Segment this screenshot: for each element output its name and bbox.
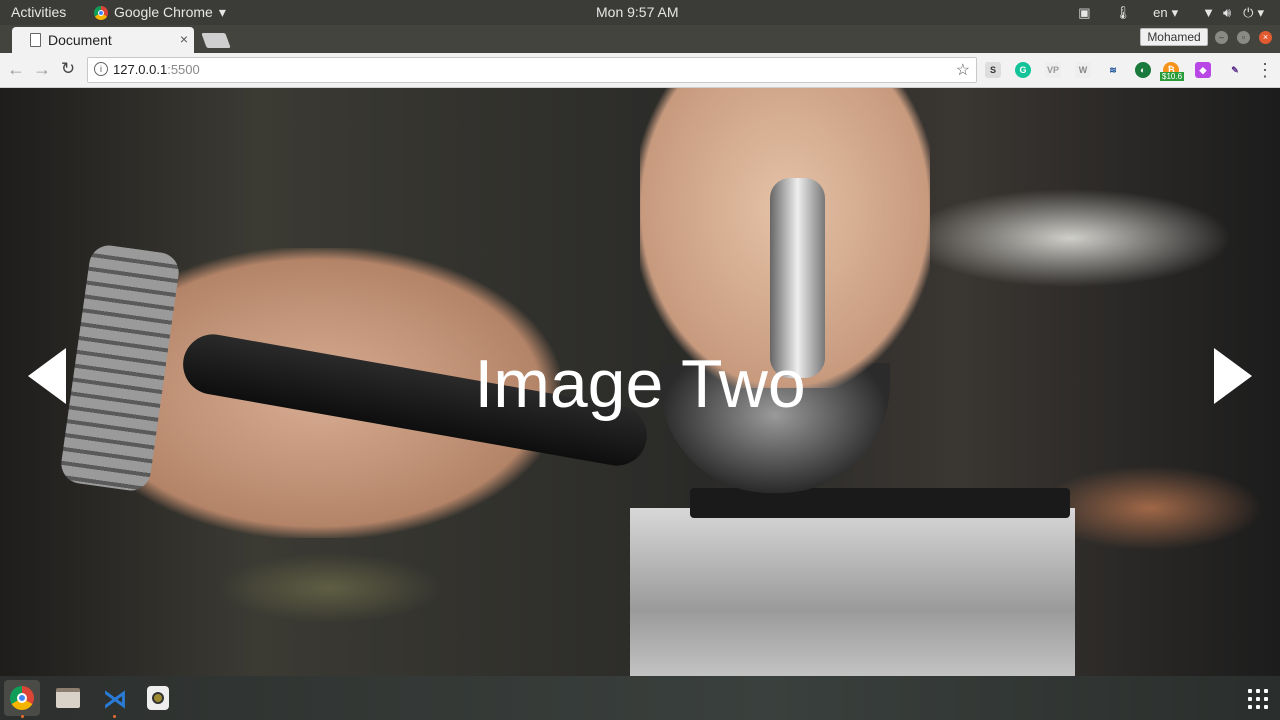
url-text[interactable]: 127.0.0.1:5500 bbox=[113, 62, 200, 77]
info-icon[interactable]: i bbox=[94, 62, 108, 76]
tab-strip: Document × Mohamed – ▫ × bbox=[0, 25, 1280, 53]
power-icon[interactable]: ⏻ bbox=[1243, 5, 1253, 21]
forward-arrow-icon[interactable]: → bbox=[32, 59, 52, 79]
vscode-icon: ⋊ bbox=[103, 686, 127, 713]
url-host: 127.0.0.1 bbox=[113, 62, 168, 77]
dock-vscode-app[interactable]: ⋊ bbox=[96, 680, 132, 718]
slide-caption: Image Two bbox=[474, 346, 806, 422]
extension-purple-icon[interactable]: ◆ bbox=[1195, 62, 1211, 78]
grammarly-icon[interactable]: G bbox=[1015, 62, 1031, 78]
slide-photo-part bbox=[630, 508, 1075, 676]
chevron-down-icon: ▾ bbox=[1257, 4, 1264, 20]
bookmark-star-icon[interactable]: ☆ bbox=[956, 60, 970, 80]
show-applications-icon[interactable] bbox=[1248, 689, 1268, 709]
minimize-button[interactable]: – bbox=[1215, 31, 1228, 44]
clipboard-indicator-icon[interactable]: ▣ bbox=[1078, 5, 1090, 21]
thermometer-icon[interactable]: 🌡︎ bbox=[1115, 5, 1132, 21]
chrome-icon bbox=[94, 5, 108, 20]
extension-vp-icon[interactable]: VP bbox=[1045, 62, 1061, 78]
chevron-down-icon: ▾ bbox=[1171, 4, 1179, 20]
extension-badge: $10.6 bbox=[1160, 72, 1185, 81]
tab-title: Document bbox=[48, 32, 112, 48]
chevron-down-icon: ▾ bbox=[218, 4, 226, 20]
steemit-icon[interactable]: ≋ bbox=[1105, 62, 1121, 78]
reload-icon[interactable]: ↻ bbox=[58, 59, 78, 79]
app-menu-button[interactable]: Google Chrome ▾ bbox=[94, 0, 226, 25]
running-indicator bbox=[21, 715, 24, 718]
activities-button[interactable]: Activities bbox=[11, 0, 66, 25]
language-indicator[interactable]: en bbox=[1153, 5, 1167, 20]
clock[interactable]: Mon 9:57 AM bbox=[596, 0, 679, 25]
next-slide-arrow-icon[interactable] bbox=[1214, 348, 1252, 404]
files-icon bbox=[56, 688, 80, 708]
close-tab-icon[interactable]: × bbox=[180, 31, 188, 47]
menu-more-icon[interactable]: ⋮ bbox=[1256, 60, 1274, 81]
maximize-button[interactable]: ▫ bbox=[1237, 31, 1250, 44]
volume-icon[interactable]: 🔊︎ bbox=[1223, 5, 1231, 21]
system-tray: ▣ 🌡︎ en ▾ ▼ 🔊︎ ⏻ ▾ bbox=[1078, 0, 1280, 25]
new-tab-button[interactable] bbox=[201, 33, 231, 48]
extension-s-icon[interactable]: S bbox=[985, 62, 1001, 78]
dock-chrome-app[interactable] bbox=[4, 680, 40, 718]
close-window-button[interactable]: × bbox=[1259, 31, 1272, 44]
previous-slide-arrow-icon[interactable] bbox=[28, 348, 66, 404]
browser-toolbar: ← → ↻ i 127.0.0.1:5500 ☆ S G VP W ≋ ◐ ₿ … bbox=[0, 53, 1280, 88]
dock-files-app[interactable] bbox=[50, 680, 86, 716]
address-bar[interactable]: i 127.0.0.1:5500 ☆ bbox=[87, 57, 977, 83]
slide-photo-part bbox=[690, 488, 1070, 518]
app-menu-label: Google Chrome bbox=[114, 4, 213, 20]
color-picker-icon[interactable]: ✎ bbox=[1227, 62, 1243, 78]
back-arrow-icon[interactable]: ← bbox=[6, 59, 26, 79]
url-port: :5500 bbox=[167, 62, 200, 77]
wifi-icon[interactable]: ▼ bbox=[1202, 5, 1215, 20]
profile-button[interactable]: Mohamed bbox=[1140, 28, 1208, 46]
running-indicator bbox=[113, 715, 116, 718]
taskbar-dock: ⋊ bbox=[0, 676, 1280, 720]
tab-document[interactable]: Document × bbox=[12, 27, 194, 53]
gnome-top-bar: Activities Google Chrome ▾ Mon 9:57 AM ▣… bbox=[0, 0, 1280, 25]
dock-app[interactable] bbox=[140, 680, 176, 716]
app-icon bbox=[147, 686, 169, 710]
chrome-icon bbox=[10, 686, 34, 710]
document-icon bbox=[30, 33, 41, 47]
wordpress-icon[interactable]: W bbox=[1075, 62, 1091, 78]
extension-circle-icon[interactable]: ◐ bbox=[1135, 62, 1151, 78]
